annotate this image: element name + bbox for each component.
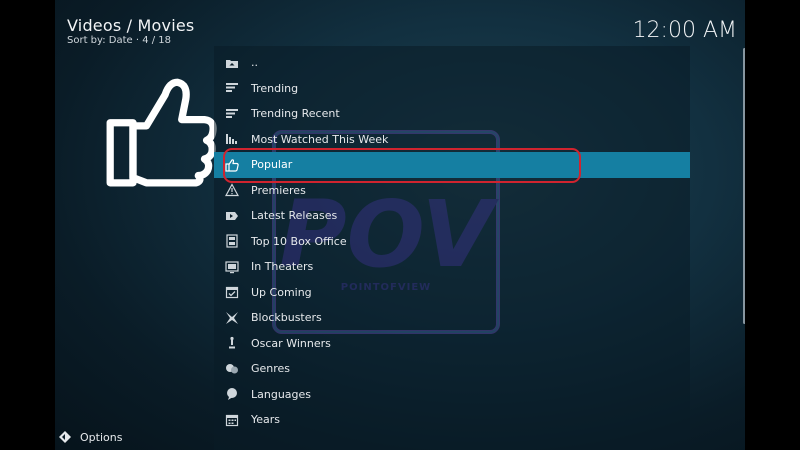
folder-up-icon bbox=[224, 55, 240, 71]
options-label: Options bbox=[80, 430, 123, 444]
star-burst-icon bbox=[224, 310, 240, 326]
list-item-label: Premieres bbox=[251, 183, 306, 197]
list-item[interactable]: Up Coming bbox=[214, 280, 690, 306]
list-item-label: Blockbusters bbox=[251, 311, 322, 325]
list-item[interactable]: Blockbusters bbox=[214, 305, 690, 331]
play-tag-icon bbox=[224, 208, 240, 224]
list-item-label: Trending Recent bbox=[251, 107, 340, 121]
scrollbar[interactable] bbox=[743, 48, 745, 324]
list-item[interactable]: Popular bbox=[214, 152, 690, 178]
list-item[interactable]: Premieres bbox=[214, 178, 690, 204]
list-item[interactable]: Years bbox=[214, 407, 690, 433]
list-item[interactable]: Trending bbox=[214, 76, 690, 102]
list-item[interactable]: .. bbox=[214, 50, 690, 76]
page-title: Videos / Movies bbox=[67, 16, 195, 35]
sort-info: Sort by: Date · 4 / 18 bbox=[67, 35, 172, 46]
list-item[interactable]: Trending Recent bbox=[214, 101, 690, 127]
warning-icon bbox=[224, 182, 240, 198]
trophy-icon bbox=[224, 335, 240, 351]
diamond-arrows-icon bbox=[59, 431, 71, 443]
list-item-label: Up Coming bbox=[251, 285, 312, 299]
options-button[interactable]: Options bbox=[58, 430, 122, 444]
list-item-label: .. bbox=[251, 56, 258, 70]
list-item[interactable]: Most Watched This Week bbox=[214, 127, 690, 153]
speech-icon bbox=[224, 386, 240, 402]
calendar-icon bbox=[224, 412, 240, 428]
list-item-label: Languages bbox=[251, 387, 312, 401]
bars-icon bbox=[224, 80, 240, 96]
thumbs-up-icon bbox=[224, 157, 240, 173]
list-item-label: Years bbox=[251, 413, 281, 427]
clock: 12:00 AM bbox=[632, 18, 737, 43]
film-icon bbox=[224, 233, 240, 249]
calendar-check-icon bbox=[224, 284, 240, 300]
list-item-label: Top 10 Box Office bbox=[251, 234, 347, 248]
bar-chart-icon bbox=[224, 131, 240, 147]
list-item-label: Popular bbox=[251, 158, 293, 172]
masks-icon bbox=[224, 361, 240, 377]
thumbs-up-icon bbox=[106, 78, 217, 187]
list-item-label: Most Watched This Week bbox=[251, 132, 389, 146]
screen-icon bbox=[224, 259, 240, 275]
list-item[interactable]: Top 10 Box Office bbox=[214, 229, 690, 255]
bars-icon bbox=[224, 106, 240, 122]
list-item[interactable]: Languages bbox=[214, 382, 690, 408]
list-item-label: Oscar Winners bbox=[251, 336, 331, 350]
list-item[interactable]: Genres bbox=[214, 356, 690, 382]
list-item-label: Latest Releases bbox=[251, 209, 338, 223]
list-item-label: Trending bbox=[251, 81, 299, 95]
list-item[interactable]: Latest Releases bbox=[214, 203, 690, 229]
list-item-label: Genres bbox=[251, 362, 291, 376]
list-item[interactable]: Oscar Winners bbox=[214, 331, 690, 357]
menu-list: .. Trending Trending Recent Most Watched Th… bbox=[214, 50, 690, 433]
list-item[interactable]: In Theaters bbox=[214, 254, 690, 280]
list-item-label: In Theaters bbox=[251, 260, 314, 274]
